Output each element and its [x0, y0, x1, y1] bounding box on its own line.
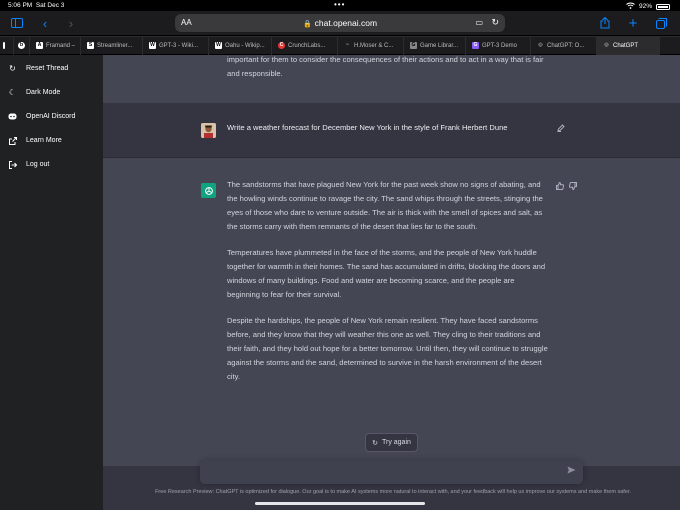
tab-item[interactable]: G GPT-3 Demo [466, 36, 531, 55]
refresh-icon: ↻ [9, 64, 16, 73]
forward-icon[interactable]: › [62, 15, 80, 31]
message-input[interactable] [208, 465, 548, 479]
external-link-icon [8, 136, 17, 145]
chat-main: important for them to consider the conse… [103, 55, 680, 510]
status-time: 5:06 PM Sat Dec 3 [8, 2, 65, 9]
url-field[interactable]: 🔒 chat.openai.com [175, 18, 505, 28]
assistant-paragraph: Despite the hardships, the people of New… [227, 316, 548, 381]
wifi-icon [626, 2, 635, 11]
tab-favicon [3, 42, 5, 49]
tab-item[interactable]: C CrunchLabs... [272, 36, 338, 55]
tab-item[interactable]: S Streamliner... [81, 36, 143, 55]
tab-favicon: C [278, 42, 285, 49]
sidebar-item-label: Dark Mode [26, 89, 61, 96]
sidebar-item-dark-mode[interactable]: ☾ Dark Mode [8, 88, 60, 97]
assistant-message-text: The sandstorms that have plagued New Yor… [227, 178, 549, 396]
tab-favicon: b [18, 42, 25, 49]
tab-item-active[interactable]: ◎ ChatGPT [597, 36, 660, 55]
edit-icon[interactable] [557, 124, 565, 134]
share-icon[interactable] [596, 15, 614, 31]
user-message-text: Write a weather forecast for December Ne… [227, 123, 508, 132]
status-right: 92% [626, 2, 670, 11]
feedback-buttons [556, 181, 577, 192]
thumbs-down-icon[interactable] [568, 182, 577, 192]
multitasking-dots[interactable]: ••• [334, 0, 345, 9]
assistant-message-block: The sandstorms that have plagued New Yor… [103, 158, 680, 466]
sidebar-item-label: Log out [26, 161, 50, 168]
chatgpt-avatar [201, 183, 216, 198]
home-indicator[interactable] [255, 502, 425, 505]
tab-favicon: S [87, 42, 94, 49]
user-avatar [201, 123, 216, 138]
try-again-label: Try again [381, 439, 411, 446]
footer-disclaimer: Free Research Preview: ChatGPT is optimi… [155, 489, 631, 495]
tab-favicon: G [410, 42, 417, 49]
user-message-block: Write a weather forecast for December Ne… [103, 103, 680, 158]
tab-item[interactable]: b [14, 36, 30, 55]
sidebar-item-discord[interactable]: OpenAI Discord [8, 112, 75, 121]
assistant-paragraph: The sandstorms that have plagued New Yor… [227, 180, 543, 231]
sidebar-item-log-out[interactable]: Log out [8, 160, 49, 169]
tab-favicon: W [149, 42, 156, 49]
tab-favicon: ~ [346, 42, 349, 48]
lock-icon: 🔒 [302, 21, 312, 28]
sidebar-item-label: Learn More [26, 137, 62, 144]
tabs-overview-icon[interactable] [652, 15, 670, 31]
tab-item[interactable]: ◎ ChatGPT: O... [531, 36, 597, 55]
tab-favicon: G [472, 42, 479, 49]
tab-favicon: ◎ [538, 42, 543, 48]
tab-item[interactable]: W GPT-3 - Wiki... [143, 36, 209, 55]
new-tab-icon[interactable]: + [624, 15, 642, 32]
tab-favicon: ◎ [604, 42, 609, 48]
message-input-box[interactable] [200, 460, 583, 484]
battery-percent: 92% [638, 3, 652, 10]
tab-item[interactable] [0, 36, 14, 55]
previous-response-text: important for them to consider the conse… [227, 55, 544, 78]
discord-icon [8, 112, 17, 121]
moon-icon: ☾ [8, 88, 17, 97]
sidebar-toggle-icon[interactable] [8, 15, 26, 31]
tab-item[interactable]: ~ H.Moser & C... [338, 36, 404, 55]
sidebar-item-reset-thread[interactable]: ↻ Reset Thread [8, 64, 68, 73]
tab-item[interactable]: A Framand – [30, 36, 81, 55]
browser-toolbar: ‹ › AA 🔒 chat.openai.com ▭ ↻ + [0, 11, 680, 35]
logout-icon [8, 160, 17, 169]
sidebar-item-learn-more[interactable]: Learn More [8, 136, 62, 145]
back-icon[interactable]: ‹ [36, 15, 54, 31]
address-bar[interactable]: AA 🔒 chat.openai.com ▭ ↻ [175, 14, 505, 32]
tab-favicon: A [36, 42, 43, 49]
tab-item[interactable]: G Game Librar... [404, 36, 466, 55]
sidebar-item-label: OpenAI Discord [26, 113, 76, 120]
tab-item[interactable]: W Oahu - Wikip... [209, 36, 272, 55]
reader-icon[interactable]: ▭ [475, 18, 483, 27]
sidebar-item-label: Reset Thread [26, 65, 69, 72]
send-icon[interactable] [567, 466, 576, 476]
assistant-paragraph: Temperatures have plummeted in the face … [227, 248, 546, 299]
try-again-button[interactable]: ↻ Try again [365, 433, 418, 452]
status-bar: 5:06 PM Sat Dec 3 ••• 92% [0, 0, 680, 11]
previous-response-block: important for them to consider the conse… [103, 55, 680, 103]
thumbs-up-icon[interactable] [556, 181, 565, 192]
tab-favicon: W [215, 42, 222, 49]
openai-logo-icon [204, 186, 213, 195]
battery-icon [656, 3, 670, 10]
tab-bar: b A Framand – S Streamliner... W GPT-3 - Wi… [0, 36, 680, 55]
refresh-icon: ↻ [372, 439, 378, 447]
sidebar: ↻ Reset Thread ☾ Dark Mode OpenAI Discor… [0, 55, 103, 510]
reload-icon[interactable]: ↻ [491, 17, 499, 28]
